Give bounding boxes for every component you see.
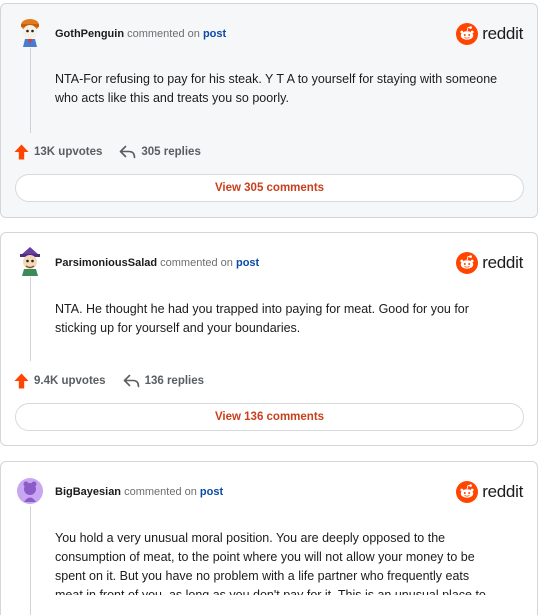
comment-card[interactable]: BigBayesian commented on post reddit You… [0, 461, 538, 615]
reddit-wordmark: reddit [482, 482, 523, 501]
reddit-logo[interactable]: reddit [456, 23, 523, 45]
post-link[interactable]: post [203, 28, 226, 40]
comment-card[interactable]: ParsimoniousSalad commented on post redd… [0, 232, 538, 446]
reddit-wordmark: reddit [482, 253, 523, 272]
reply-count: 136 replies [144, 375, 205, 387]
reply-arrow-icon [123, 374, 139, 388]
comment-card[interactable]: GothPenguin commented on post reddit NTA… [0, 3, 538, 218]
comment-body: NTA. He thought he had you trapped into … [55, 302, 469, 335]
reply-count: 305 replies [141, 146, 201, 158]
upvote-stat[interactable]: 9.4K upvotes [14, 373, 106, 389]
comment-header: BigBayesian commented on post [55, 485, 223, 499]
comment-body: You hold a very unusual moral position. … [55, 531, 486, 595]
username[interactable]: GothPenguin [55, 28, 124, 40]
thread-line [30, 48, 31, 133]
commented-on-label: commented on [124, 486, 197, 498]
comment-body: NTA-For refusing to pay for his steak. Y… [55, 72, 498, 105]
thread-line [30, 277, 31, 361]
reddit-logo[interactable]: reddit [456, 481, 523, 503]
thread-line [30, 506, 31, 615]
comment-header: GothPenguin commented on post [55, 27, 226, 41]
view-comments-button[interactable]: View 136 comments [15, 403, 524, 431]
comment-stats: 13K upvotes 305 replies [14, 144, 218, 160]
reddit-wordmark: reddit [482, 24, 523, 43]
upvote-arrow-icon [14, 144, 29, 160]
upvote-count: 13K upvotes [34, 146, 103, 158]
reddit-logo[interactable]: reddit [456, 252, 523, 274]
snoo-icon [456, 23, 479, 45]
reply-arrow-icon [120, 145, 136, 159]
commented-on-label: commented on [160, 257, 233, 269]
comment-header: ParsimoniousSalad commented on post [55, 256, 259, 270]
post-link[interactable]: post [236, 257, 259, 269]
avatar[interactable] [17, 246, 43, 276]
upvote-count: 9.4K upvotes [34, 375, 106, 387]
username[interactable]: ParsimoniousSalad [55, 257, 157, 269]
avatar[interactable] [17, 476, 43, 506]
username[interactable]: BigBayesian [55, 486, 121, 498]
upvote-stat[interactable]: 13K upvotes [14, 144, 102, 160]
post-link[interactable]: post [200, 486, 223, 498]
replies-stat[interactable]: 305 replies [119, 145, 201, 159]
commented-on-label: commented on [127, 28, 200, 40]
upvote-arrow-icon [14, 373, 29, 389]
snoo-icon [456, 252, 479, 274]
snoo-icon [456, 481, 479, 503]
view-comments-button[interactable]: View 305 comments [15, 174, 524, 202]
avatar[interactable] [17, 17, 43, 47]
comment-stats: 9.4K upvotes 136 replies [14, 373, 221, 389]
replies-stat[interactable]: 136 replies [123, 374, 204, 388]
